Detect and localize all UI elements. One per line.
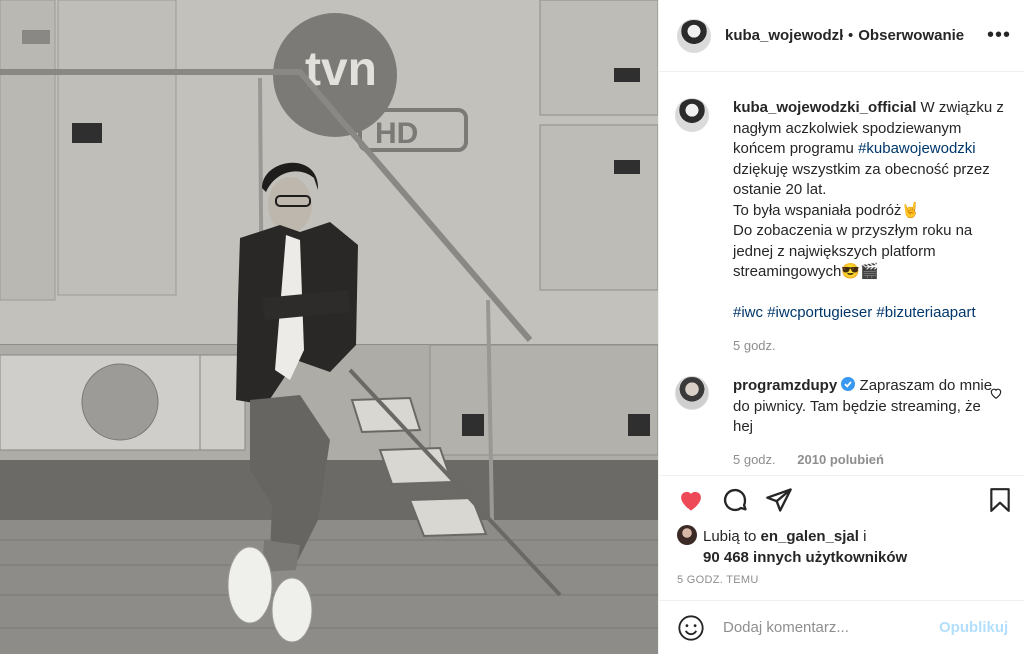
caption-text: kuba_wojewodzki_official W związku z nag… xyxy=(733,98,1005,324)
comment-text: programzdupy Zapraszam do mnie do piwnic… xyxy=(733,376,1005,438)
following-button[interactable]: Obserwowanie xyxy=(858,27,964,44)
comment-icon[interactable] xyxy=(721,486,749,514)
post-caption: kuba_wojewodzki_official W związku z nag… xyxy=(675,98,1005,353)
comment-meta: 5 godz. 2010 polubień xyxy=(733,452,1005,467)
liked-by-count[interactable]: 90 468 innych użytkowników xyxy=(703,549,907,566)
caption-meta: 5 godz. xyxy=(733,338,1005,353)
action-icons-row xyxy=(659,486,1024,516)
caption-line-journey: To była wspaniała podróż🤘 xyxy=(733,201,921,219)
header-separator: • xyxy=(848,27,854,44)
hashtag-link[interactable]: #kubawojewodzki xyxy=(858,140,976,157)
liked-by-prefix: Lubią to xyxy=(703,528,761,545)
comment-item: programzdupy Zapraszam do mnie do piwnic… xyxy=(675,376,1005,467)
liked-by-and: i xyxy=(858,528,867,545)
verified-badge-icon xyxy=(841,377,856,391)
caption-username[interactable]: kuba_wojewodzki_official xyxy=(733,99,916,116)
liked-by-username[interactable]: en_galen_sjal xyxy=(761,528,859,545)
comments-section: kuba_wojewodzki_official W związku z nag… xyxy=(659,72,1024,475)
hashtag-link[interactable]: #bizuteriaapart xyxy=(876,304,975,321)
comment-like-heart-icon[interactable] xyxy=(989,386,1003,400)
liker-avatar[interactable] xyxy=(677,525,697,545)
comment-input[interactable] xyxy=(721,618,935,637)
liked-by-summary: Lubią to en_galen_sjal i 90 468 innych u… xyxy=(677,525,1017,568)
caption-time[interactable]: 5 godz. xyxy=(733,338,776,353)
hashtag-link[interactable]: #iwc xyxy=(733,304,763,321)
caption-text-part2: dziękuję wszystkim za obecność przez ost… xyxy=(733,160,990,199)
post-actions: Lubią to en_galen_sjal i 90 468 innych u… xyxy=(659,475,1024,586)
post-photo[interactable]: tvn HD xyxy=(0,0,658,654)
commenter-username[interactable]: programzdupy xyxy=(733,377,837,394)
caption-line-see-you: Do zobaczenia w przyszłym roku na jednej… xyxy=(733,222,973,280)
post-details-panel: kuba_wojewodzki_official • Obserwowanie … xyxy=(658,0,1024,654)
add-comment-bar: Opublikuj xyxy=(659,600,1024,654)
more-options-icon[interactable]: ••• xyxy=(987,24,1011,47)
hashtag-link[interactable]: #iwcportugieser xyxy=(767,304,872,321)
photo-scene: tvn HD xyxy=(0,0,658,654)
emoji-icon[interactable] xyxy=(677,614,705,642)
author-username[interactable]: kuba_wojewodzki_official xyxy=(725,27,843,44)
post-header: kuba_wojewodzki_official • Obserwowanie … xyxy=(659,0,1024,72)
post-comment-button[interactable]: Opublikuj xyxy=(939,619,1008,636)
comment-time[interactable]: 5 godz. xyxy=(733,452,776,467)
comment-likes-count[interactable]: 2010 polubień xyxy=(797,452,884,467)
like-heart-icon[interactable] xyxy=(677,486,705,514)
caption-author-avatar[interactable] xyxy=(675,98,709,132)
hd-logo-text: HD xyxy=(375,117,418,150)
post-timestamp[interactable]: 5 GODZ. TEMU xyxy=(677,574,759,586)
commenter-avatar[interactable] xyxy=(675,376,709,410)
save-bookmark-icon[interactable] xyxy=(987,486,1013,514)
share-icon[interactable] xyxy=(765,486,793,514)
author-avatar[interactable] xyxy=(677,18,711,53)
